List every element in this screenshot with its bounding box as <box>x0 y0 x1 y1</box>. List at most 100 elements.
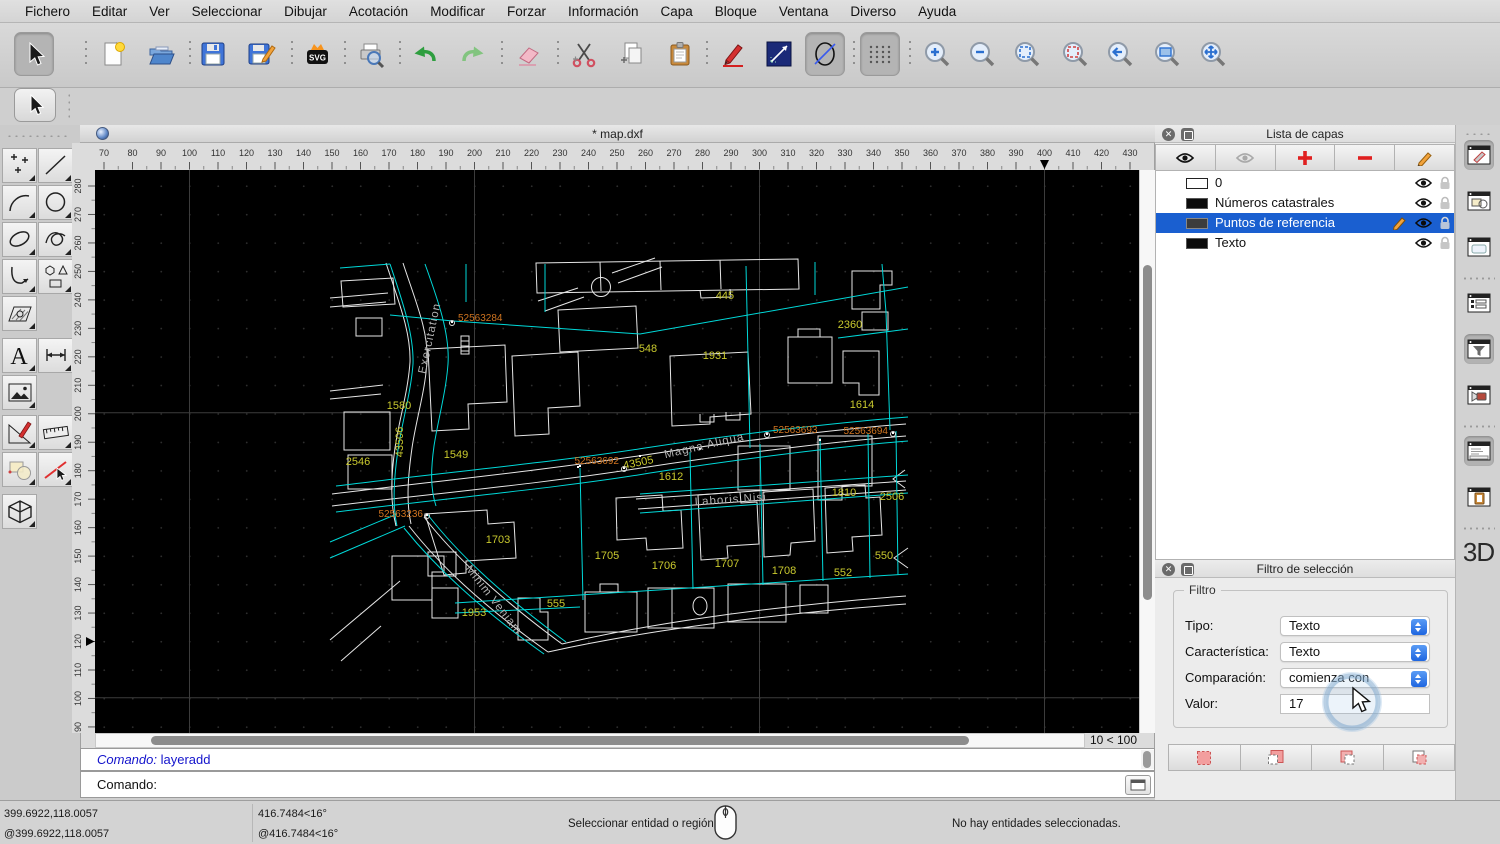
layer-visible-eye-icon[interactable] <box>1414 196 1433 210</box>
ellipse-tool-button[interactable] <box>2 222 37 257</box>
measure-tool-button[interactable] <box>38 415 73 450</box>
filter-panel-float-icon[interactable] <box>1181 563 1194 576</box>
dimension-tool-button[interactable] <box>38 338 73 373</box>
layer-visible-eye-icon[interactable] <box>1414 176 1433 190</box>
clipboard-panel-icon[interactable] <box>1464 482 1494 512</box>
new-file-button[interactable] <box>93 32 133 76</box>
undo-button[interactable] <box>406 32 446 76</box>
menu-item-editar[interactable]: Editar <box>81 0 138 23</box>
paste-button[interactable] <box>660 32 700 76</box>
shapes-tool-button[interactable] <box>38 259 73 294</box>
svg-icon: SVG <box>302 39 332 69</box>
pointer-tool-button[interactable] <box>14 32 54 76</box>
layer-panel-float-icon[interactable] <box>1181 128 1194 141</box>
vertical-scrollbar[interactable] <box>1139 170 1155 733</box>
selection-filter-panel-icon[interactable] <box>1464 334 1494 364</box>
vscroll-thumb[interactable] <box>1143 265 1152 600</box>
zoom-auto-button[interactable] <box>1007 32 1047 76</box>
save-as-button[interactable] <box>241 32 281 76</box>
spline-tool-button[interactable] <box>38 222 73 257</box>
layer-lock-icon[interactable] <box>1439 196 1451 210</box>
menu-item-acotación[interactable]: Acotación <box>338 0 419 23</box>
print-preview-button[interactable] <box>351 32 391 76</box>
command-input-row[interactable]: Comando: <box>80 771 1155 798</box>
circle-tool-button[interactable] <box>38 185 73 220</box>
polyline-tool-button[interactable] <box>2 259 37 294</box>
layer-row-3[interactable]: Texto <box>1156 233 1454 253</box>
menu-item-diverso[interactable]: Diverso <box>839 0 907 23</box>
zoom-in-button[interactable] <box>917 32 957 76</box>
layer-list-panel-icon[interactable] <box>1464 288 1494 318</box>
layer-row-2-selected[interactable]: Puntos de referencia <box>1156 213 1454 233</box>
copy-button[interactable] <box>612 32 652 76</box>
layer-lock-icon[interactable] <box>1439 176 1451 190</box>
layer-panel-close-icon[interactable]: ✕ <box>1162 128 1175 141</box>
edit-layer-button[interactable] <box>1395 144 1455 171</box>
horizontal-scrollbar[interactable] <box>95 733 1085 748</box>
box3d-tool-button[interactable] <box>2 494 37 529</box>
command-options-button[interactable] <box>1125 775 1151 795</box>
viewport-panel-icon[interactable] <box>1464 380 1494 410</box>
layer-visible-eye-icon[interactable] <box>1414 236 1433 250</box>
selection-pointer-button[interactable] <box>14 88 56 122</box>
menu-item-modificar[interactable]: Modificar <box>419 0 496 23</box>
menu-item-ventana[interactable]: Ventana <box>768 0 840 23</box>
redo-button[interactable] <box>452 32 492 76</box>
library-browser-panel-icon[interactable] <box>1464 232 1494 262</box>
eraser-button[interactable] <box>509 32 549 76</box>
zoom-pan-button[interactable] <box>1193 32 1233 76</box>
line-tool-button[interactable] <box>38 148 73 183</box>
modify-tool-button[interactable] <box>2 452 37 487</box>
cut-button[interactable] <box>564 32 604 76</box>
svg-text:370: 370 <box>951 148 966 158</box>
svg-export-button[interactable]: SVG <box>297 32 337 76</box>
menu-item-seleccionar[interactable]: Seleccionar <box>181 0 274 23</box>
property-editor-panel-icon[interactable] <box>1464 140 1494 170</box>
image-tool-button[interactable] <box>2 375 37 410</box>
snap-tool-button[interactable] <box>38 452 73 487</box>
hide-all-layers-button[interactable] <box>1216 144 1276 171</box>
line-attributes-button[interactable] <box>759 32 799 76</box>
points-tool-button[interactable] <box>2 148 37 183</box>
drawing-canvas[interactable]: 4452360548193116141580254615494350643505… <box>95 170 1139 733</box>
caracteristica-select[interactable]: Texto <box>1280 642 1430 662</box>
menu-item-información[interactable]: Información <box>557 0 650 23</box>
arc-tool-button[interactable] <box>2 185 37 220</box>
menu-item-capa[interactable]: Capa <box>650 0 704 23</box>
block-list-panel-icon[interactable] <box>1464 186 1494 216</box>
layer-row-1[interactable]: Números catastrales <box>1156 193 1454 213</box>
open-file-button[interactable] <box>141 32 181 76</box>
menu-item-dibujar[interactable]: Dibujar <box>273 0 338 23</box>
tipo-select[interactable]: Texto <box>1280 616 1430 636</box>
layer-lock-icon[interactable] <box>1439 216 1451 230</box>
remove-layer-button[interactable] <box>1335 144 1395 171</box>
menu-item-bloque[interactable]: Bloque <box>704 0 768 23</box>
layer-visible-eye-icon[interactable] <box>1414 216 1433 230</box>
zoom-out-button[interactable] <box>962 32 1002 76</box>
menu-item-ayuda[interactable]: Ayuda <box>907 0 967 23</box>
zoom-window-button[interactable] <box>1147 32 1187 76</box>
edit-entity-button[interactable] <box>713 32 753 76</box>
hscroll-thumb[interactable] <box>151 736 969 745</box>
select-all-button[interactable] <box>1168 744 1241 771</box>
text-tool-button[interactable]: A <box>2 338 37 373</box>
save-button[interactable] <box>193 32 233 76</box>
draft-mode-button[interactable] <box>805 32 845 76</box>
add-layer-button[interactable] <box>1276 144 1336 171</box>
menu-item-forzar[interactable]: Forzar <box>496 0 557 23</box>
deselect-all-button[interactable] <box>1241 744 1313 771</box>
grid-toggle-button[interactable] <box>860 32 900 76</box>
menu-item-ver[interactable]: Ver <box>138 0 180 23</box>
filter-panel-close-icon[interactable]: ✕ <box>1162 563 1175 576</box>
layer-lock-icon[interactable] <box>1439 236 1451 250</box>
zoom-selection-button[interactable] <box>1055 32 1095 76</box>
layer-row-0[interactable]: 0 <box>1156 173 1454 193</box>
3d-mode-button[interactable]: 3D <box>1456 537 1500 568</box>
drafting-tool-button[interactable] <box>2 415 37 450</box>
menu-item-fichero[interactable]: Fichero <box>14 0 81 23</box>
history-scrollbar[interactable] <box>1141 750 1154 769</box>
command-line-panel-icon[interactable] <box>1464 436 1494 466</box>
show-all-layers-button[interactable] <box>1155 144 1216 171</box>
zoom-previous-button[interactable] <box>1100 32 1140 76</box>
hatch-tool-button[interactable] <box>2 296 37 331</box>
